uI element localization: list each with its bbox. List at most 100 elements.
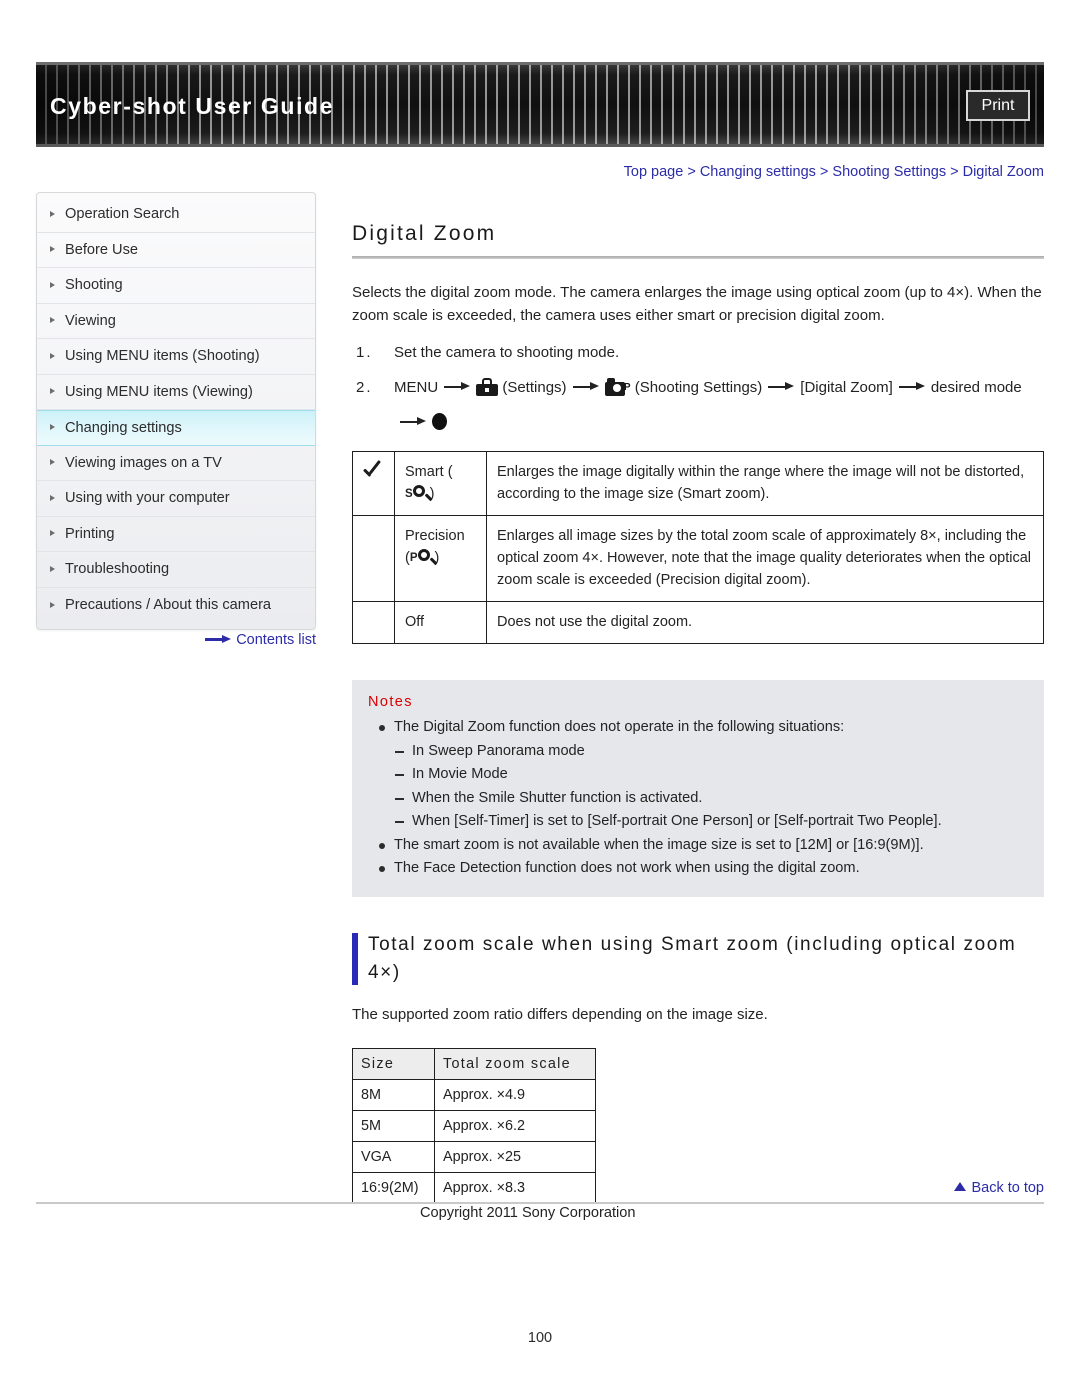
magnifier-icon (412, 485, 433, 501)
title-divider (352, 256, 1044, 259)
sidebar-item-label: Troubleshooting (65, 561, 170, 577)
table-row: 8M Approx. ×4.9 (352, 1078, 596, 1111)
arrow-right-icon (444, 382, 471, 392)
cell-size: VGA (352, 1140, 435, 1173)
step-number: 1. (356, 344, 373, 361)
table-row: Smart ( S) Enlarges the image digitally … (352, 451, 1044, 516)
copyright-text: Copyright 2011 Sony Corporation (420, 1205, 636, 1221)
sidebar-item-label: Printing (65, 525, 115, 542)
cell-size: 5M (352, 1109, 435, 1142)
notes-box: Notes The Digital Zoom function does not… (352, 680, 1044, 897)
section-paragraph: The supported zoom ratio differs dependi… (352, 1005, 768, 1023)
cell-zoom-scale: Approx. ×4.9 (434, 1078, 596, 1111)
sidebar-item-troubleshooting[interactable]: Troubleshooting (37, 552, 315, 588)
note-sub-item: When the Smile Shutter function is activ… (368, 787, 1028, 811)
total-zoom-scale-table: Size Total zoom scale 8M Approx. ×4.9 5M… (352, 1047, 596, 1204)
page-number: 100 (527, 1330, 553, 1346)
cell-zoom-scale: Approx. ×8.3 (434, 1171, 596, 1204)
sidebar-item-label: Precautions / About this camera (65, 596, 272, 613)
section-heading: Total zoom scale when using Smart zoom (… (352, 931, 1044, 987)
arrow-right-icon (400, 417, 426, 427)
note-item: The Digital Zoom function does not opera… (368, 716, 1028, 740)
footer-divider (36, 1202, 1044, 1204)
arrow-right-icon (898, 382, 925, 392)
note-sub-item: In Movie Mode (368, 763, 1028, 787)
sidebar-item-label: Operation Search (65, 206, 180, 222)
desired-mode-label: desired mode (930, 379, 1022, 396)
mode-name-cell: Precision (P) (394, 515, 487, 602)
step-text: Set the camera to shooting mode. (394, 344, 620, 361)
sidebar-item-label: Shooting (65, 277, 123, 293)
back-to-top-label: Back to top (971, 1180, 1044, 1196)
contents-list-link[interactable]: Contents list (36, 632, 316, 648)
steps-list: 1. Set the camera to shooting mode. 2. M… (352, 341, 1044, 435)
sidebar-item-viewing[interactable]: Viewing (37, 304, 315, 339)
mode-name-cell: Smart ( S) (394, 451, 487, 516)
table-row: Off Does not use the digital zoom. (352, 601, 1044, 644)
caret-right-icon (50, 281, 55, 288)
triangle-up-icon (954, 1182, 967, 1191)
sidebar-item-using-menu-items-shooting[interactable]: Using MENU items (Shooting) (37, 339, 315, 375)
caret-right-icon (50, 530, 55, 537)
mode-name-label: Smart ( (405, 464, 453, 480)
sidebar-item-operation-search[interactable]: Operation Search (37, 197, 315, 233)
sidebar-item-label: Before Use (65, 241, 139, 258)
sidebar-item-using-menu-items-viewing[interactable]: Using MENU items (Viewing) (37, 375, 315, 410)
cell-zoom-scale: Approx. ×25 (434, 1140, 596, 1173)
magnifier-icon (417, 549, 437, 565)
center-button-icon (432, 413, 447, 431)
site-header: Cyber-shot User Guide Print (36, 62, 1044, 147)
step-2-continuation (352, 411, 1044, 435)
sidebar-item-label: Using MENU items (Shooting) (65, 348, 260, 364)
sidebar-item-using-with-your-computer[interactable]: Using with your computer (37, 481, 315, 517)
back-to-top-link[interactable]: Back to top (954, 1180, 1044, 1196)
sidebar-item-shooting[interactable]: Shooting (37, 268, 315, 304)
sidebar-item-precautions-about-this-camera[interactable]: Precautions / About this camera (37, 588, 315, 624)
caret-right-icon (50, 601, 55, 608)
step-1: 1. Set the camera to shooting mode. (352, 341, 1044, 365)
note-item: The Face Detection function does not wor… (368, 857, 1028, 881)
cell-zoom-scale: Approx. ×6.2 (434, 1109, 596, 1142)
cell-size: 16:9(2M) (352, 1171, 435, 1204)
note-item: The smart zoom is not available when the… (368, 834, 1028, 858)
cell-size: 8M (352, 1078, 435, 1111)
sidebar-item-printing[interactable]: Printing (37, 517, 315, 552)
note-sub-item: In Sweep Panorama mode (368, 740, 1028, 764)
digital-zoom-item-label: [Digital Zoom] (800, 379, 893, 396)
column-header-total-zoom-scale: Total zoom scale (434, 1047, 596, 1080)
sidebar-nav: Operation Search Before Use Shooting Vie… (36, 192, 316, 630)
note-sub-item: When [Self-Timer] is set to [Self-portra… (368, 810, 1028, 834)
camera-icon: P (604, 377, 631, 396)
arrow-right-icon (572, 382, 599, 392)
breadcrumb[interactable]: Top page > Changing settings > Shooting … (624, 164, 1044, 180)
contents-list-label: Contents list (236, 632, 316, 648)
sidebar-item-label: Viewing (65, 312, 116, 329)
table-row: 5M Approx. ×6.2 (352, 1109, 596, 1142)
step-2: 2. MENU (Settings) P (Shooting Settings) [… (352, 376, 1044, 400)
print-button[interactable]: Print (966, 90, 1030, 121)
settings-toolbox-icon (476, 377, 499, 396)
caret-right-icon (50, 352, 55, 359)
main-content: Digital Zoom Selects the digital zoom mo… (352, 192, 1044, 1204)
sidebar-item-viewing-images-on-a-tv[interactable]: Viewing images on a TV (37, 446, 315, 481)
default-check-cell (352, 515, 395, 602)
notes-title: Notes (368, 694, 413, 710)
table-header-row: Size Total zoom scale (352, 1047, 596, 1080)
page-title: Digital Zoom (352, 222, 497, 245)
document-page: Cyber-shot User Guide Print Top page > C… (0, 0, 1080, 1397)
mode-name-cell: Off (394, 601, 487, 644)
mode-name-label: Precision (405, 528, 465, 544)
caret-right-icon (50, 459, 55, 466)
sidebar-item-label: Using with your computer (65, 490, 230, 506)
default-check-cell (352, 601, 395, 644)
sidebar-item-changing-settings[interactable]: Changing settings (37, 410, 315, 446)
mode-description-cell: Enlarges the image digitally within the … (486, 451, 1044, 516)
caret-right-icon (50, 246, 55, 253)
smart-zoom-sup-label: S (405, 488, 413, 500)
caret-right-icon (50, 388, 55, 395)
sidebar-item-before-use[interactable]: Before Use (37, 233, 315, 268)
notes-list: The Digital Zoom function does not opera… (368, 716, 1028, 881)
default-check-cell (352, 451, 395, 516)
caret-right-icon (50, 210, 55, 217)
caret-right-icon (50, 494, 55, 501)
